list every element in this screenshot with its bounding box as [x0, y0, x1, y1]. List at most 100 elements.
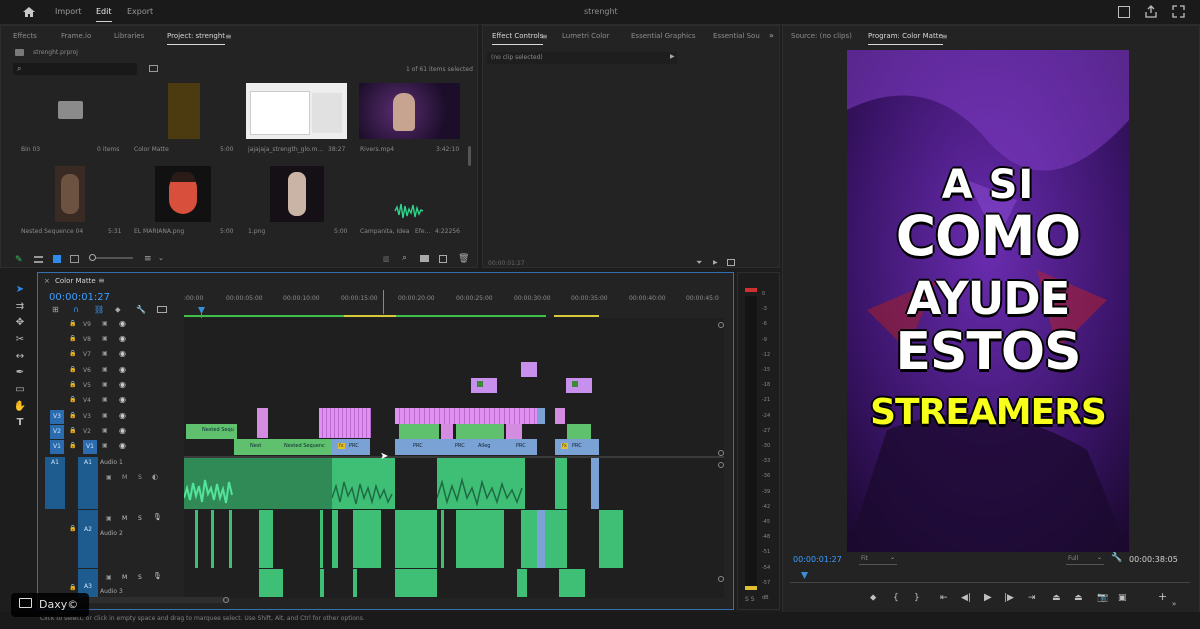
panel-menu-icon[interactable]: ≡	[98, 276, 105, 285]
snap-icon[interactable]: ∩	[73, 305, 79, 314]
video-clip[interactable]	[471, 378, 497, 393]
zoom-slider[interactable]	[89, 254, 133, 261]
panel-menu-icon[interactable]: ≡	[541, 32, 548, 41]
timeline-timecode[interactable]: 00:00:01:27	[49, 292, 110, 303]
project-item-audio[interactable]	[394, 201, 424, 221]
go-to-in-icon[interactable]: ⇤	[940, 593, 948, 603]
playhead-marker[interactable]	[801, 572, 808, 579]
tab-effect-controls[interactable]: Effect Controls	[492, 26, 544, 46]
tab-program[interactable]: Program: Color Matte	[868, 26, 943, 46]
solo-buttons[interactable]: S S	[745, 596, 755, 603]
prc-clip[interactable]: fx PRC	[332, 439, 370, 455]
lock-icon[interactable]: 🔒	[69, 320, 76, 327]
track-select-tool-icon[interactable]: ⇉	[11, 300, 29, 314]
eye-icon[interactable]: ◉	[119, 380, 126, 389]
program-scrubber[interactable]	[790, 572, 1190, 583]
track-row-v2[interactable]: V2 🔒 V2 ▣ ◉	[40, 425, 184, 440]
export-icon[interactable]	[727, 259, 735, 266]
track-row-v5[interactable]: 🔒 V5 ▣ ◉	[40, 379, 184, 394]
eye-icon[interactable]: ◉	[119, 441, 126, 450]
sync-icon[interactable]: ▣	[102, 381, 108, 388]
sync-icon[interactable]: ▣	[102, 335, 108, 342]
mute-button[interactable]: M	[122, 574, 127, 581]
add-marker-icon[interactable]: ⬥	[115, 305, 121, 315]
workspace-tab-export[interactable]: Export	[127, 7, 153, 16]
audio-clip-a2[interactable]	[395, 510, 437, 568]
nested-sequence-clip[interactable]: Nest	[234, 439, 270, 455]
wrench-icon[interactable]: 🔧	[136, 305, 146, 314]
lock-icon[interactable]: 🔒	[69, 381, 76, 388]
selection-tool-icon[interactable]: ➤	[11, 283, 29, 297]
lock-icon[interactable]: 🔒	[69, 335, 76, 342]
source-patch-v1[interactable]: V1	[50, 440, 64, 454]
camera-icon[interactable]: 📷	[1097, 593, 1108, 603]
audio-clip-a2[interactable]	[537, 510, 545, 568]
add-marker-icon[interactable]: ⬥	[870, 593, 876, 603]
track-row-a2[interactable]: 🔒 A2 ▣ M S 🎙 Audio 2	[40, 510, 184, 569]
slip-tool-icon[interactable]: ↔	[11, 350, 29, 364]
mute-button[interactable]: M	[122, 474, 127, 481]
track-row-v6[interactable]: 🔒 V6 ▣ ◉	[40, 364, 184, 379]
eye-icon[interactable]: ◉	[119, 426, 126, 435]
audio-clip-a1[interactable]	[591, 458, 599, 509]
project-scrollbar[interactable]	[468, 146, 471, 166]
rectangle-tool-icon[interactable]: ▭	[11, 383, 29, 397]
audio-clip-a3[interactable]	[559, 569, 585, 597]
timeline-ruler[interactable]: :00:00 00:00:05:00 00:00:10:00 00:00:15:…	[184, 295, 724, 315]
new-bin-icon[interactable]	[420, 255, 429, 262]
alleg-clip[interactable]: Alleg	[473, 439, 499, 455]
track-row-v9[interactable]: 🔒 V9 ▣ ◉	[40, 318, 184, 333]
workspace-tab-import[interactable]: Import	[55, 7, 82, 16]
prc-clip[interactable]: PRC	[437, 439, 473, 455]
new-bin-from-search-icon[interactable]	[149, 65, 158, 72]
microphone-icon[interactable]: 🎙	[153, 513, 162, 521]
audio-clip-a2[interactable]	[211, 510, 214, 568]
source-patch-a1[interactable]: A1	[45, 457, 65, 509]
audio-clip-a2[interactable]	[229, 510, 232, 568]
audio-clip-a1[interactable]	[437, 458, 525, 509]
audio-clip-a1[interactable]	[184, 458, 332, 509]
sync-icon[interactable]: ▣	[102, 427, 108, 434]
audio-clip-a2[interactable]	[259, 510, 273, 568]
audio-clip-a3[interactable]	[320, 569, 324, 597]
vertical-scrollbar[interactable]	[718, 322, 724, 602]
chevron-down-icon[interactable]: ⌄	[158, 254, 164, 262]
video-clip-strip[interactable]	[319, 408, 371, 438]
filter-icon[interactable]: ⏷	[696, 258, 702, 268]
audio-clip-a3[interactable]	[395, 569, 437, 597]
lock-icon[interactable]: 🔒	[69, 366, 76, 373]
audio-clip-a2[interactable]	[195, 510, 198, 568]
close-icon[interactable]: ×	[44, 277, 50, 285]
prc-clip[interactable]: fx PRC	[555, 439, 599, 455]
solo-button[interactable]: S	[138, 574, 142, 581]
nested-sequence-clip[interactable]: Nested Sequenc	[270, 439, 332, 455]
video-clip-strip[interactable]	[395, 408, 537, 424]
eye-icon[interactable]: ◉	[119, 395, 126, 404]
tab-frameio[interactable]: Frame.io	[61, 26, 91, 46]
mark-in-icon[interactable]: {	[893, 593, 899, 603]
track-row-v8[interactable]: 🔒 V8 ▣ ◉	[40, 333, 184, 348]
step-back-icon[interactable]: ◀|	[961, 593, 971, 603]
source-patch-v3[interactable]: V3	[50, 410, 64, 424]
prc-clip[interactable]: PRC	[499, 439, 537, 455]
list-view-icon[interactable]	[34, 256, 43, 263]
track-row-v1[interactable]: V1 🔒 V1 ▣ ◉	[40, 440, 184, 455]
track-target-a2[interactable]: A2	[78, 510, 98, 568]
more-icon[interactable]: »	[1172, 600, 1176, 608]
source-patch-v2[interactable]: V2	[50, 425, 64, 439]
eye-icon[interactable]: ◉	[119, 334, 126, 343]
step-forward-icon[interactable]: |▶	[1004, 593, 1014, 603]
insert-sequence-icon[interactable]: ⊞	[52, 305, 59, 314]
mute-button[interactable]: M	[122, 515, 127, 522]
eye-icon[interactable]: ◉	[119, 349, 126, 358]
razor-tool-icon[interactable]: ✂	[11, 333, 29, 347]
linked-selection-icon[interactable]: ⛓	[94, 305, 104, 314]
track-target-a1[interactable]: A1	[78, 457, 98, 509]
video-clip[interactable]	[456, 424, 504, 439]
mark-out-icon[interactable]: }	[914, 593, 920, 603]
tab-effects[interactable]: Effects	[13, 26, 37, 46]
extract-icon[interactable]: ⏏	[1074, 593, 1083, 603]
sync-icon[interactable]: ▣	[102, 442, 108, 449]
tab-source[interactable]: Source: (no clips)	[791, 26, 852, 46]
sync-icon[interactable]: ▣	[102, 366, 108, 373]
